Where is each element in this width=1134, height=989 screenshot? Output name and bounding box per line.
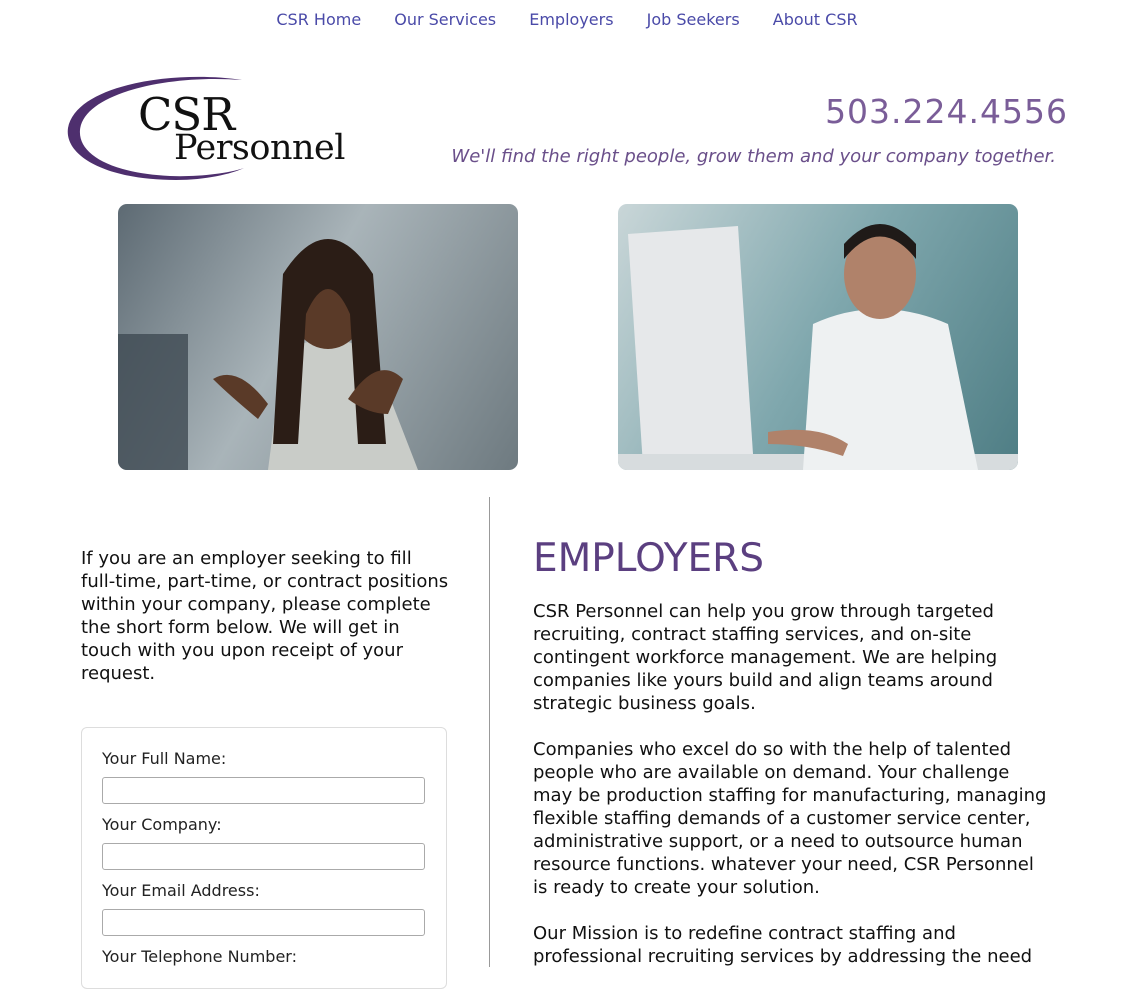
company-input[interactable] (102, 843, 425, 870)
nav-job-seekers[interactable]: Job Seekers (647, 10, 740, 29)
man-computer-illustration-icon (618, 224, 1018, 470)
employers-paragraph-3: Our Mission is to redefine contract staf… (533, 923, 1033, 967)
nav-csr-home[interactable]: CSR Home (276, 10, 361, 29)
woman-headset-illustration-icon (118, 239, 418, 470)
employers-paragraph-1: CSR Personnel can help you grow through … (533, 601, 998, 714)
full-name-input[interactable] (102, 777, 425, 804)
top-nav: CSR Home Our Services Employers Job Seek… (0, 10, 1134, 29)
full-name-label: Your Full Name: (102, 749, 227, 768)
nav-employers[interactable]: Employers (529, 10, 613, 29)
nav-about-csr[interactable]: About CSR (773, 10, 858, 29)
telephone-label: Your Telephone Number: (102, 947, 297, 966)
logo[interactable]: CSR Personnel (66, 76, 356, 186)
company-label: Your Company: (102, 815, 222, 834)
phone-number[interactable]: 503.224.4556 (825, 92, 1068, 131)
employers-paragraph-2: Companies who excel do so with the help … (533, 739, 1047, 898)
email-input[interactable] (102, 909, 425, 936)
email-label: Your Email Address: (102, 881, 260, 900)
employer-intro-text: If you are an employer seeking to fill f… (81, 548, 449, 684)
woman-headset-photo (118, 204, 518, 470)
logo-text-personnel: Personnel (174, 128, 345, 168)
man-headset-computer-photo (618, 204, 1018, 470)
column-divider (489, 497, 490, 967)
page-heading: EMPLOYERS (533, 536, 765, 581)
nav-our-services[interactable]: Our Services (394, 10, 496, 29)
employer-contact-form: Your Full Name: Your Company: Your Email… (81, 727, 447, 989)
tagline: We'll find the right people, grow them a… (451, 146, 1056, 167)
